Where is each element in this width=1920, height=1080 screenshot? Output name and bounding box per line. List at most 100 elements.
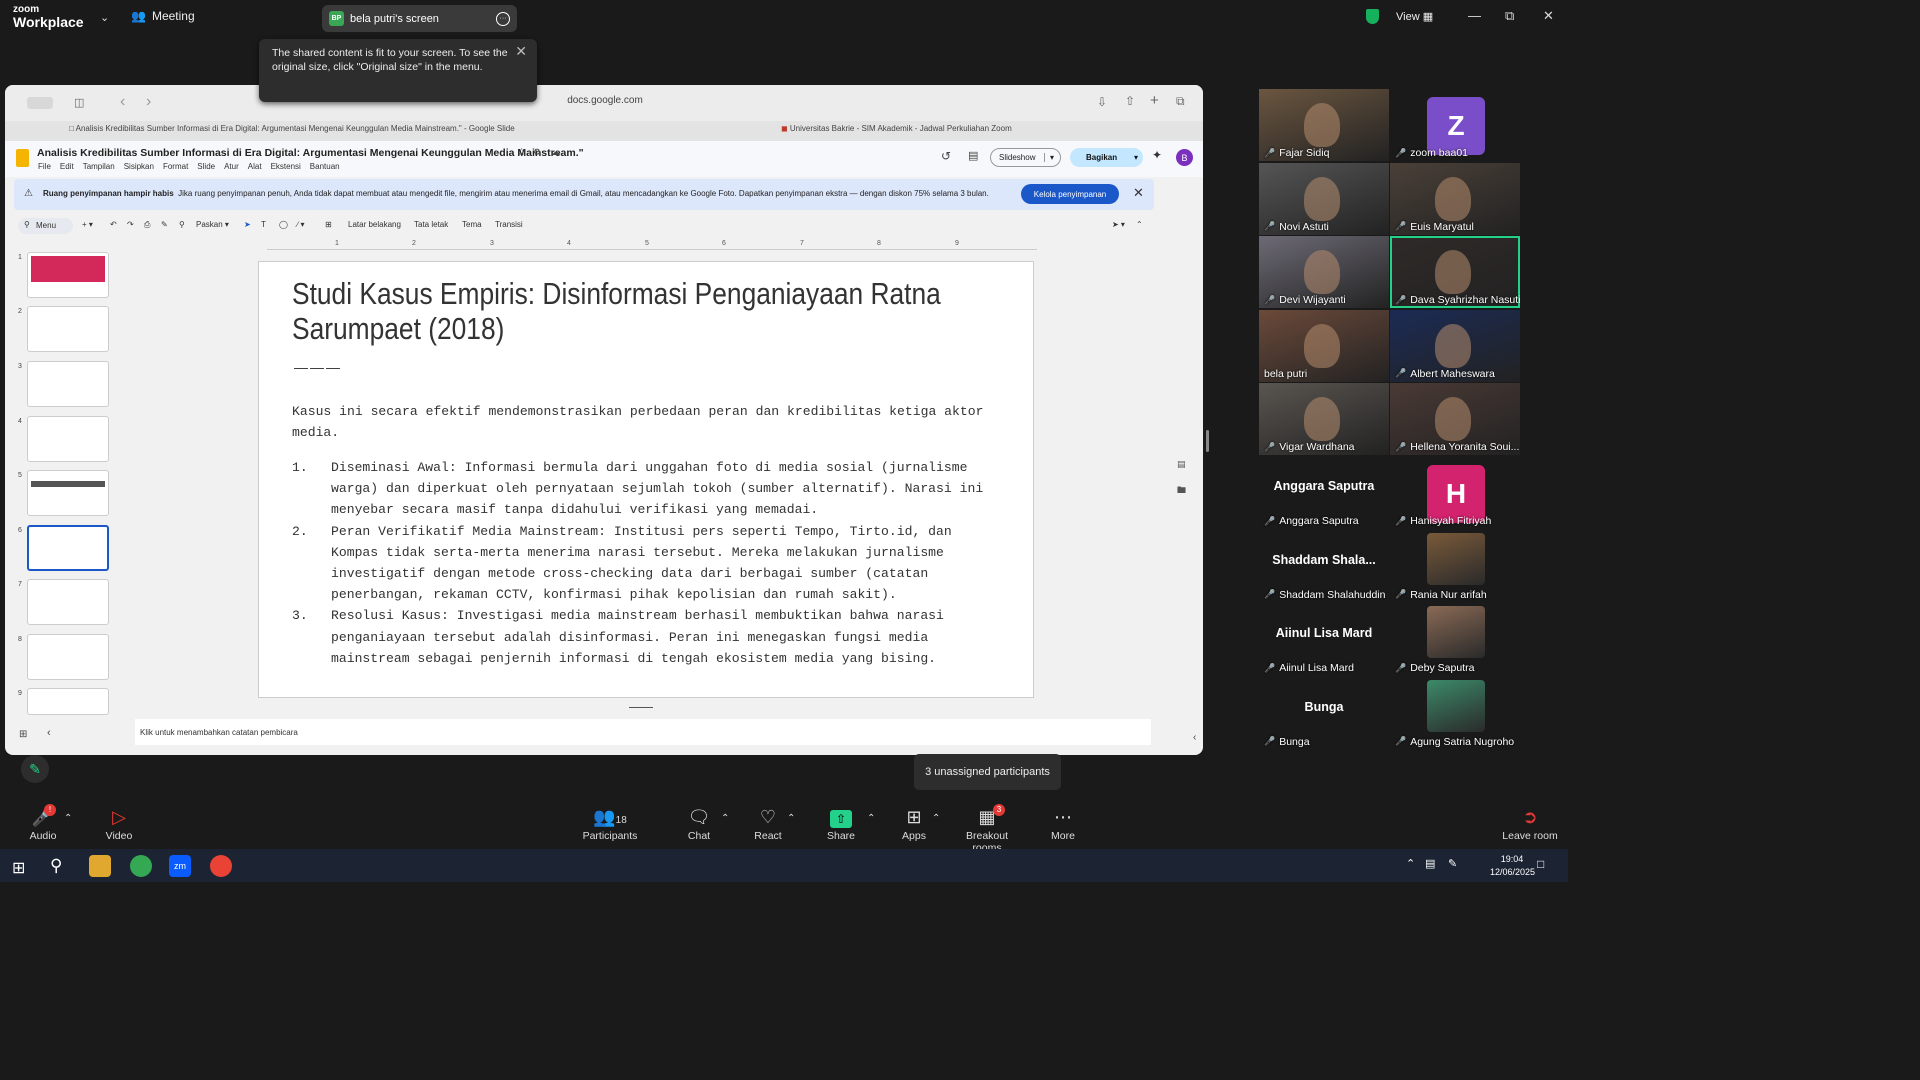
tab-google-slides[interactable]: □ Analisis Kredibilitas Sumber Informasi…: [69, 124, 515, 133]
transition-button[interactable]: Transisi: [495, 220, 523, 229]
slide-thumb[interactable]: [27, 634, 109, 680]
text-box-icon[interactable]: T: [261, 220, 266, 229]
breakout-rooms-button[interactable]: ▦ 3 Breakout rooms: [950, 804, 1024, 854]
menu-arrange[interactable]: Atur: [224, 162, 239, 171]
participant-tile[interactable]: Anggara Saputra 🎤 Anggara Saputra: [1259, 457, 1389, 529]
participant-tile[interactable]: bela putri: [1259, 309, 1389, 382]
participant-tile[interactable]: 🎤 Hellena Yoranita Soui...: [1390, 383, 1520, 456]
history-icon[interactable]: ↺: [941, 149, 951, 163]
participant-tile[interactable]: 🎤 Fajar Sidiq: [1259, 89, 1389, 161]
back-icon[interactable]: ‹: [120, 93, 125, 111]
select-tool-icon[interactable]: ➤: [244, 220, 251, 229]
add-slide-icon[interactable]: + ▾: [82, 220, 93, 229]
grid-view-icon[interactable]: ⊞: [19, 729, 27, 740]
menu-insert[interactable]: Sisipkan: [124, 162, 154, 171]
pen-icon[interactable]: ✎: [1448, 857, 1457, 870]
panel-resize-handle[interactable]: [1206, 430, 1209, 452]
participant-tile[interactable]: 🎤 Deby Saputra: [1390, 604, 1520, 677]
view-button[interactable]: View ▦: [1396, 10, 1433, 23]
close-banner-icon[interactable]: ✕: [1133, 185, 1144, 201]
participant-tile[interactable]: Shaddam Shala... 🎤 Shaddam Shalahuddin: [1259, 530, 1389, 603]
sidebar-icon[interactable]: ◫: [74, 96, 84, 109]
participant-tile[interactable]: H 🎤 Hanisyah Fitriyah: [1390, 457, 1520, 529]
taskbar-clock[interactable]: 19:04 12/06/2025: [1490, 853, 1535, 879]
sidebar-toggle-icon[interactable]: [27, 97, 53, 109]
redo-icon[interactable]: ↷: [127, 220, 134, 229]
slide-title[interactable]: Studi Kasus Empiris: Disinformasi Pengan…: [292, 276, 1006, 346]
account-avatar[interactable]: B: [1176, 149, 1193, 166]
menu-slide[interactable]: Slide: [197, 162, 215, 171]
undo-icon[interactable]: ↶: [110, 220, 117, 229]
move-icon[interactable]: ⚙: [533, 147, 541, 158]
react-options-chevron-icon[interactable]: ⌃: [787, 813, 795, 824]
manage-storage-button[interactable]: Kelola penyimpanan: [1021, 184, 1119, 204]
menu-view[interactable]: Tampilan: [83, 162, 115, 171]
participant-tile[interactable]: 🎤 Rania Nur arifah: [1390, 530, 1520, 603]
download-icon[interactable]: ⇩: [1097, 95, 1107, 109]
participant-tile[interactable]: 🎤 Albert Maheswara: [1390, 309, 1520, 382]
cloud-icon[interactable]: ☁: [551, 147, 560, 158]
participant-tile[interactable]: Z 🎤 zoom baa01: [1390, 89, 1520, 161]
layout-button[interactable]: Tata letak: [414, 220, 448, 229]
collapse-toolbar-icon[interactable]: ⌃: [1136, 220, 1143, 229]
slide-intro[interactable]: Kasus ini secara efektif mendemonstrasik…: [292, 401, 1002, 444]
audio-options-chevron-icon[interactable]: ⌃: [64, 813, 72, 824]
chrome-profile-icon[interactable]: [210, 855, 232, 877]
print-icon[interactable]: ⎙: [144, 220, 150, 230]
share-screen-button[interactable]: ⇧ Share: [826, 806, 856, 842]
participants-button[interactable]: 👥18 Participants: [582, 806, 638, 842]
participant-tile[interactable]: Aiinul Lisa Mard 🎤 Aiinul Lisa Mard: [1259, 604, 1389, 677]
menu-format[interactable]: Format: [163, 162, 188, 171]
share-icon[interactable]: ⇧: [1125, 94, 1135, 108]
windows-start-icon[interactable]: ⊞: [12, 858, 25, 878]
slide-thumb-selected[interactable]: [27, 525, 109, 571]
gemini-icon[interactable]: ✦: [1152, 148, 1162, 162]
encryption-shield-icon[interactable]: [1366, 9, 1379, 24]
close-tooltip-icon[interactable]: ✕: [515, 43, 527, 60]
slide-thumb[interactable]: [27, 688, 109, 715]
participant-tile[interactable]: 🎤 Euis Maryatul: [1390, 162, 1520, 235]
comment-add-icon[interactable]: ⊞: [325, 220, 332, 229]
slide-thumb[interactable]: [27, 470, 109, 516]
participant-tile[interactable]: 🎤Dava Syahrizhar Nasution: [1390, 236, 1520, 309]
shape-icon[interactable]: ◯: [279, 220, 288, 229]
line-icon[interactable]: ∕ ▾: [297, 220, 305, 229]
star-icon[interactable]: ☆: [517, 147, 526, 158]
speaker-notes[interactable]: Klik untuk menambahkan catatan pembicara: [135, 719, 1151, 745]
expand-icon[interactable]: ‹: [1193, 732, 1196, 743]
chat-options-chevron-icon[interactable]: ⌃: [721, 813, 729, 824]
chrome-icon[interactable]: [130, 855, 152, 877]
screen-share-pill[interactable]: BP bela putri's screen ···: [322, 5, 517, 32]
slide-thumb[interactable]: [27, 252, 109, 298]
annotate-pen-icon[interactable]: ✎: [21, 755, 49, 783]
participant-tile[interactable]: 🎤 Vigar Wardhana: [1259, 383, 1389, 456]
slide-thumb[interactable]: [27, 306, 109, 352]
share-options-chevron-icon[interactable]: ⌃: [867, 813, 875, 824]
participant-tile[interactable]: Bunga 🎤 Bunga: [1259, 677, 1389, 750]
more-options-icon[interactable]: ···: [496, 11, 510, 26]
comment-icon[interactable]: ▤: [968, 149, 978, 162]
search-icon[interactable]: ⚲: [50, 856, 62, 876]
restore-icon[interactable]: ⧉: [1505, 8, 1514, 24]
slide-thumb[interactable]: [27, 416, 109, 462]
forward-icon[interactable]: ›: [146, 93, 151, 111]
tray-chevron-icon[interactable]: ⌃: [1406, 857, 1415, 870]
participant-tile[interactable]: 🎤 Devi Wijayanti: [1259, 236, 1389, 309]
collapse-panel-icon[interactable]: ‹: [47, 727, 51, 739]
slide-thumb[interactable]: [27, 361, 109, 407]
zoom-app-icon[interactable]: zm: [169, 855, 191, 877]
slide-list[interactable]: 1. Diseminasi Awal: Informasi bermula dar…: [292, 457, 1002, 669]
menu-edit[interactable]: Edit: [60, 162, 74, 171]
edit-mode-icon[interactable]: ➤ ▾: [1112, 220, 1125, 229]
theme-button[interactable]: Tema: [462, 220, 482, 229]
react-button[interactable]: ♡ React: [752, 806, 784, 842]
meeting-button[interactable]: 👥 Meeting: [131, 9, 195, 23]
file-explorer-icon[interactable]: [89, 855, 111, 877]
notifications-icon[interactable]: □: [1537, 857, 1544, 871]
video-button[interactable]: ▷ Video: [104, 806, 134, 842]
network-icon[interactable]: ▤: [1425, 857, 1435, 870]
tab-sim-akademik[interactable]: ◼ Universitas Bakrie - SIM Akademik - Ja…: [781, 124, 1012, 133]
slideshow-button[interactable]: Slideshow ▾: [990, 148, 1061, 167]
leave-room-button[interactable]: ➲ Leave room: [1500, 806, 1560, 842]
side-panel-icon[interactable]: ▤: [1177, 459, 1186, 470]
